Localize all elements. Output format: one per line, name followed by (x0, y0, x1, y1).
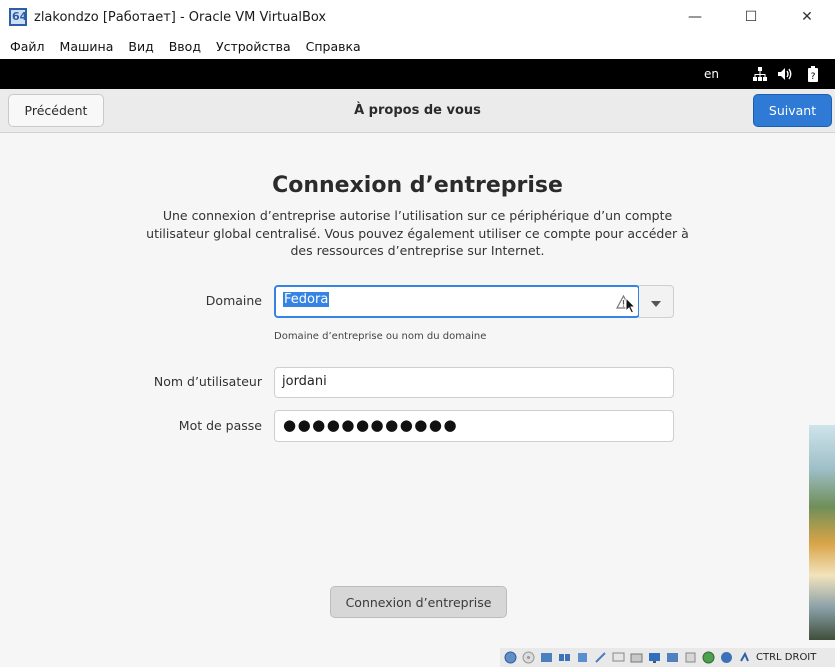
volume-icon[interactable] (778, 66, 794, 82)
minimize-icon: — (688, 9, 702, 25)
page-title: À propos de vous (354, 103, 481, 118)
close-icon: ✕ (801, 9, 813, 25)
domain-dropdown-button[interactable] (639, 285, 674, 318)
domain-input-value: Fedora (283, 292, 330, 307)
screen-icon[interactable] (646, 650, 662, 665)
mouse-cursor-icon (625, 296, 637, 318)
menu-bar: Файл Машина Вид Ввод Устройства Справка (0, 34, 835, 59)
menu-input[interactable]: Ввод (169, 39, 201, 54)
virtualbox-app-icon: 64 (8, 7, 28, 27)
gnome-top-bar: en ? (0, 59, 835, 89)
optical-drive-icon[interactable] (520, 650, 536, 665)
domain-hint: Domaine d’entreprise ou nom du domaine (274, 331, 487, 342)
maximize-button[interactable]: ☐ (723, 0, 779, 34)
audio-icon[interactable] (538, 650, 554, 665)
background-photo-fragment (809, 425, 835, 640)
close-button[interactable]: ✕ (779, 0, 835, 34)
menu-machine[interactable]: Машина (60, 39, 114, 54)
display-icon[interactable] (610, 650, 626, 665)
header-bar: Précédent À propos de vous Suivant (0, 89, 835, 133)
hard-disk-icon[interactable] (502, 650, 518, 665)
window-controls: — ☐ ✕ (667, 0, 835, 34)
chevron-down-icon (651, 292, 661, 311)
enterprise-login-button[interactable]: Connexion d’entreprise (330, 586, 507, 618)
section-description: Une connexion d’entreprise autorise l’ut… (146, 208, 689, 258)
network-icon[interactable] (752, 66, 768, 82)
window-title: zlakondzo [Работает] - Oracle VM Virtual… (34, 9, 327, 25)
domain-input[interactable]: Fedora (274, 285, 640, 318)
domain-label: Domaine (205, 293, 262, 308)
window-titlebar: 64 zlakondzo [Работает] - Oracle VM Virt… (0, 0, 835, 34)
next-button[interactable]: Suivant (753, 94, 832, 127)
password-input[interactable]: ●●●●●●●●●●●● (274, 410, 674, 442)
username-input-value: jordani (282, 374, 327, 389)
network-adapter-icon[interactable] (556, 650, 572, 665)
password-label: Mot de passe (178, 418, 262, 433)
menu-view[interactable]: Вид (128, 39, 153, 54)
keyboard-icon[interactable] (736, 650, 752, 665)
minimize-button[interactable]: — (667, 0, 723, 34)
svg-text:?: ? (811, 72, 816, 82)
menu-file[interactable]: Файл (10, 39, 45, 54)
battery-icon[interactable]: ? (805, 66, 821, 82)
password-input-value: ●●●●●●●●●●●● (283, 416, 459, 434)
username-input[interactable]: jordani (274, 367, 674, 398)
section-heading: Connexion d’entreprise (272, 173, 563, 198)
menu-devices[interactable]: Устройства (216, 39, 291, 54)
language-indicator[interactable]: en (704, 67, 719, 81)
vm-status-bar: CTRL DROIT (500, 648, 835, 667)
maximize-icon: ☐ (744, 9, 758, 25)
host-key-indicator: CTRL DROIT (756, 652, 817, 663)
virtualbox-window: 64 zlakondzo [Работает] - Oracle VM Virt… (0, 0, 835, 667)
menu-help[interactable]: Справка (306, 39, 361, 54)
username-label: Nom d’utilisateur (153, 374, 262, 389)
processor-icon[interactable] (682, 650, 698, 665)
mouse-integration-icon[interactable] (718, 650, 734, 665)
guest-additions-icon[interactable] (664, 650, 680, 665)
video-capture-icon[interactable] (628, 650, 644, 665)
usb-icon[interactable] (574, 650, 590, 665)
shared-folder-icon[interactable] (592, 650, 608, 665)
globe-icon[interactable] (700, 650, 716, 665)
enterprise-login-page: Connexion d’entreprise Une connexion d’e… (0, 134, 835, 667)
